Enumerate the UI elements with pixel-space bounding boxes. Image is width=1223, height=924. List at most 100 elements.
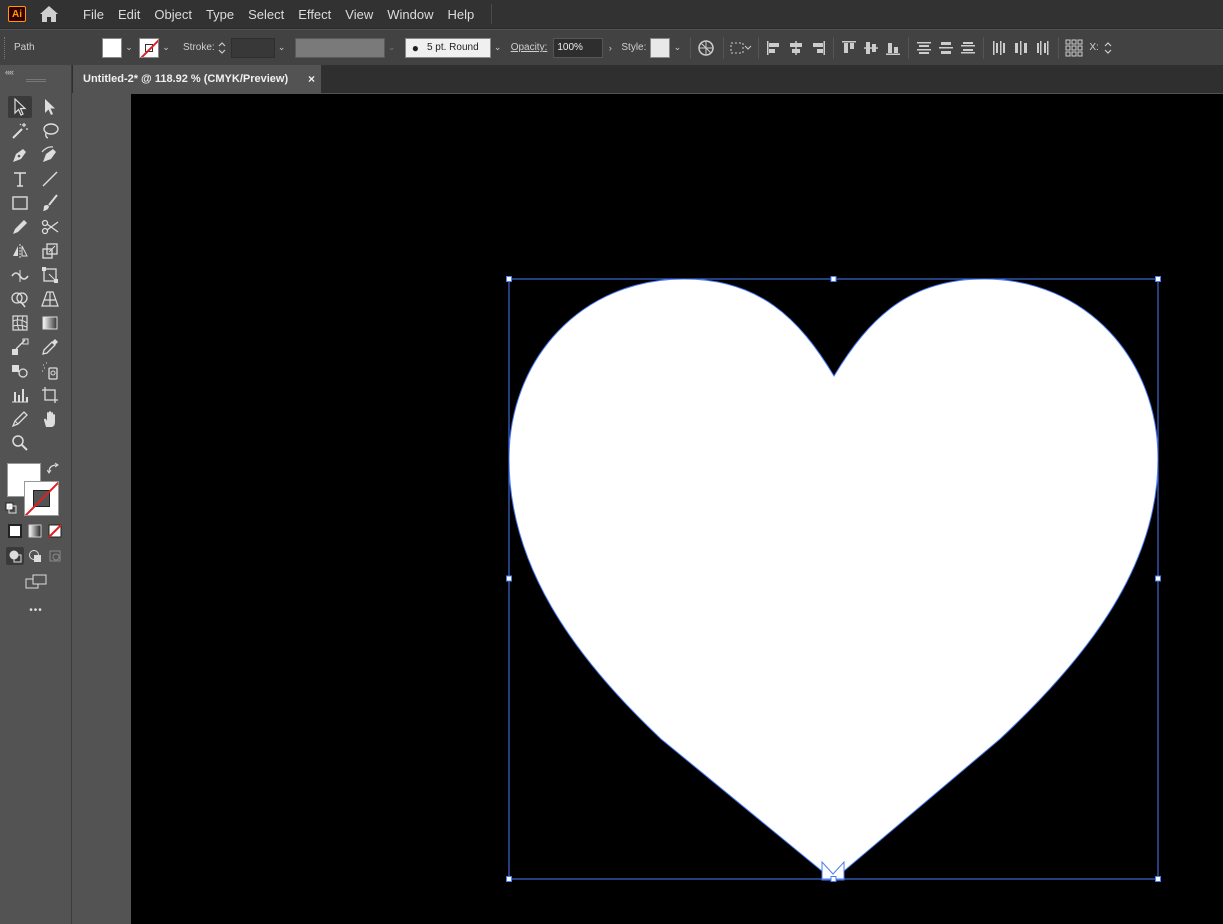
- menu-file[interactable]: File: [76, 0, 111, 28]
- menu-type[interactable]: Type: [199, 0, 241, 28]
- opacity-label[interactable]: Opacity:: [511, 42, 548, 53]
- artboard-tool-icon[interactable]: [38, 384, 62, 406]
- menu-effect[interactable]: Effect: [291, 0, 338, 28]
- brush-dropdown[interactable]: ⌄: [491, 38, 505, 58]
- document-tab[interactable]: Untitled-2* @ 118.92 % (CMYK/Preview) ×: [73, 65, 321, 93]
- profile-dropdown[interactable]: ⌄: [385, 38, 399, 58]
- type-tool-icon[interactable]: [8, 168, 32, 190]
- live-paint-bucket-tool-icon[interactable]: [8, 360, 32, 382]
- draw-behind-icon[interactable]: [26, 547, 44, 565]
- direct-selection-tool-icon[interactable]: [38, 96, 62, 118]
- fill-dropdown[interactable]: ⌄: [122, 38, 136, 58]
- scale-tool-icon[interactable]: [38, 240, 62, 262]
- menu-help[interactable]: Help: [440, 0, 481, 28]
- screen-mode-icon[interactable]: [23, 572, 49, 592]
- width-tool-icon[interactable]: [8, 264, 32, 286]
- canvas[interactable]: [131, 94, 1223, 924]
- gradient-mode-icon[interactable]: [26, 522, 44, 540]
- stroke-weight-dropdown[interactable]: ⌄: [275, 38, 289, 58]
- handle-bottom-left[interactable]: [506, 876, 512, 882]
- variable-width-profile[interactable]: [294, 37, 385, 58]
- none-mode-icon[interactable]: [46, 522, 64, 540]
- handle-bottom-right[interactable]: [1155, 876, 1161, 882]
- default-fill-stroke-icon[interactable]: [4, 501, 18, 515]
- home-icon[interactable]: [38, 4, 60, 24]
- reflect-tool-icon[interactable]: [8, 240, 32, 262]
- eraser-tool-icon[interactable]: [8, 408, 32, 430]
- stroke-stepper[interactable]: [215, 37, 229, 59]
- handle-top-right[interactable]: [1155, 276, 1161, 282]
- align-left-icon[interactable]: [763, 37, 785, 59]
- align-top-icon[interactable]: [838, 37, 860, 59]
- color-mode-icon[interactable]: [6, 522, 24, 540]
- panel-grip[interactable]: [26, 79, 46, 82]
- pen-tool-icon[interactable]: [8, 144, 32, 166]
- scissors-tool-icon[interactable]: [38, 216, 62, 238]
- gradient-tool-icon[interactable]: [38, 312, 62, 334]
- brush-label: 5 pt. Round: [426, 42, 479, 53]
- hand-tool-icon[interactable]: [38, 408, 62, 430]
- handle-middle-left[interactable]: [506, 575, 512, 582]
- select-similar-icon[interactable]: [730, 37, 752, 59]
- eyedropper-tool-icon[interactable]: [38, 336, 62, 358]
- mesh-tool-icon[interactable]: [8, 312, 32, 334]
- perspective-grid-tool-icon[interactable]: [38, 288, 62, 310]
- lasso-tool-icon[interactable]: [38, 120, 62, 142]
- align-vertical-center-icon[interactable]: [860, 37, 882, 59]
- control-bar-grip[interactable]: [4, 36, 8, 59]
- free-transform-tool-icon[interactable]: [38, 264, 62, 286]
- draw-inside-icon[interactable]: [46, 547, 64, 565]
- draw-normal-icon[interactable]: [6, 547, 24, 565]
- stroke-dropdown[interactable]: ⌄: [159, 38, 173, 58]
- handle-top-center[interactable]: [830, 276, 837, 282]
- stroke-swatch[interactable]: [139, 37, 159, 58]
- fill-swatch[interactable]: [102, 37, 122, 58]
- menu-view[interactable]: View: [338, 0, 380, 28]
- align-bottom-icon[interactable]: [882, 37, 904, 59]
- distribute-left-icon[interactable]: [988, 37, 1010, 59]
- recolor-artwork-icon[interactable]: [695, 37, 717, 59]
- menu-object[interactable]: Object: [147, 0, 199, 28]
- reference-point-icon[interactable]: [1063, 37, 1085, 59]
- distribute-vertical-center-icon[interactable]: [935, 37, 957, 59]
- distribute-bottom-icon[interactable]: [957, 37, 979, 59]
- distribute-right-icon[interactable]: [1032, 37, 1054, 59]
- distribute-horizontal-center-icon[interactable]: [1010, 37, 1032, 59]
- magic-wand-tool-icon[interactable]: [8, 120, 32, 142]
- align-right-icon[interactable]: [807, 37, 829, 59]
- heart-shape[interactable]: [508, 278, 1159, 881]
- symbol-sprayer-tool-icon[interactable]: [38, 360, 62, 382]
- edit-toolbar-button[interactable]: •••: [24, 605, 48, 616]
- stroke-color-swatch[interactable]: [24, 481, 59, 516]
- selection-tool-icon[interactable]: [8, 96, 32, 118]
- paintbrush-tool-icon[interactable]: [38, 192, 62, 214]
- distribute-top-icon[interactable]: [913, 37, 935, 59]
- menu-window[interactable]: Window: [380, 0, 440, 28]
- zoom-tool-icon[interactable]: [8, 432, 32, 454]
- menu-select[interactable]: Select: [241, 0, 291, 28]
- close-icon[interactable]: ×: [308, 72, 315, 86]
- line-segment-tool-icon[interactable]: [38, 168, 62, 190]
- x-stepper[interactable]: [1101, 37, 1115, 59]
- brush-definition[interactable]: ● 5 pt. Round: [404, 37, 491, 58]
- collapse-panel-icon[interactable]: ««: [5, 67, 14, 77]
- handle-middle-right[interactable]: [1155, 575, 1161, 582]
- swap-fill-stroke-icon[interactable]: [46, 461, 62, 477]
- pencil-tool-icon[interactable]: [8, 216, 32, 238]
- rectangle-tool-icon[interactable]: [8, 192, 32, 214]
- handle-bottom-center[interactable]: [830, 876, 837, 882]
- column-graph-tool-icon[interactable]: [8, 384, 32, 406]
- divider: [833, 36, 835, 59]
- menu-edit[interactable]: Edit: [111, 0, 147, 28]
- blend-tool-icon[interactable]: [8, 336, 32, 358]
- handle-top-left[interactable]: [506, 276, 512, 282]
- align-horizontal-center-icon[interactable]: [785, 37, 807, 59]
- stroke-weight-field[interactable]: [230, 37, 275, 58]
- style-swatch[interactable]: [650, 37, 671, 58]
- shape-builder-tool-icon[interactable]: [8, 288, 32, 310]
- curvature-tool-icon[interactable]: [38, 144, 62, 166]
- opacity-field[interactable]: 100%: [553, 37, 604, 58]
- artboard-margin: [73, 94, 131, 924]
- style-dropdown[interactable]: ⌄: [670, 38, 684, 58]
- opacity-arrow[interactable]: ›: [603, 38, 617, 58]
